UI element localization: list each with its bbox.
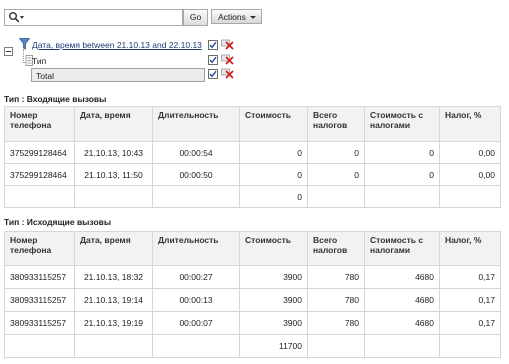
table-header-row: Номер телефона Дата, время Длительность … (4, 106, 501, 142)
column-header[interactable]: Всего налогов (307, 231, 365, 266)
column-header[interactable]: Номер телефона (4, 231, 75, 266)
table-cell (307, 334, 365, 358)
table-cell: 3900 (239, 265, 308, 289)
table-cell: 0,17 (439, 265, 501, 289)
table-cell (439, 185, 501, 208)
table-cell (364, 185, 440, 208)
collapse-icon[interactable] (4, 47, 13, 56)
table-cell: 4680 (364, 265, 440, 289)
table-cell: 3900 (239, 288, 308, 312)
table-cell (4, 334, 75, 358)
delete-total-icon[interactable] (221, 68, 234, 79)
table-cell (74, 334, 153, 358)
total-cost-cell: 0 (239, 185, 308, 208)
outgoing-calls-table: Номер телефона Дата, время Длительность … (4, 231, 501, 358)
column-header[interactable]: Дата, время (74, 106, 153, 142)
column-header[interactable]: Всего налогов (307, 106, 365, 142)
column-header[interactable]: Стоимость (239, 106, 308, 142)
actions-label: Actions (218, 12, 246, 22)
table-cell: 0,00 (439, 163, 501, 186)
table-cell: 780 (307, 265, 365, 289)
column-header[interactable]: Стоимость с налогами (364, 231, 440, 266)
table-total-row: 11700 (4, 334, 501, 358)
table-cell: 4680 (364, 288, 440, 312)
table-cell: 0,17 (439, 311, 501, 335)
table-total-row: 0 (4, 185, 501, 208)
column-header[interactable]: Длительность (152, 231, 240, 266)
table-cell: 380933115257 (4, 288, 75, 312)
chevron-down-icon (250, 16, 256, 19)
column-header[interactable]: Длительность (152, 106, 240, 142)
actions-menu-button[interactable]: Actions (211, 9, 262, 24)
table-cell: 0,00 (439, 141, 501, 164)
table-cell: 0 (364, 163, 440, 186)
table-row: 375299128464 21.10.13, 10:43 00:00:54 0 … (4, 141, 501, 164)
total-enabled-checkbox[interactable] (208, 69, 218, 79)
table-cell: 380933115257 (4, 265, 75, 289)
column-header[interactable]: Стоимость с налогами (364, 106, 440, 142)
table-cell: 375299128464 (4, 141, 75, 164)
section-title-outgoing: Тип : Исходящие вызовы (4, 217, 112, 227)
table-cell (4, 185, 75, 208)
table-cell: 21.10.13, 19:19 (74, 311, 153, 335)
column-header[interactable]: Номер телефона (4, 106, 75, 142)
table-cell: 21.10.13, 19:14 (74, 288, 153, 312)
table-cell: 0 (239, 141, 308, 164)
table-cell: 0 (307, 163, 365, 186)
table-cell: 00:00:13 (152, 288, 240, 312)
table-cell (152, 185, 240, 208)
table-cell (439, 334, 501, 358)
table-row: 380933115257 21.10.13, 19:19 00:00:07 39… (4, 311, 501, 335)
table-cell (307, 185, 365, 208)
table-row: 375299128464 21.10.13, 11:50 00:00:50 0 … (4, 163, 501, 186)
check-icon (209, 56, 217, 64)
table-cell: 780 (307, 288, 365, 312)
date-filter-link[interactable]: Дата, время between 21.10.13 and 22.10.1… (32, 40, 202, 50)
table-cell (74, 185, 153, 208)
column-header[interactable]: Дата, время (74, 231, 153, 266)
table-cell: 00:00:07 (152, 311, 240, 335)
table-cell (364, 334, 440, 358)
table-header-row: Номер телефона Дата, время Длительность … (4, 231, 501, 266)
table-row: 380933115257 21.10.13, 18:32 00:00:27 39… (4, 265, 501, 289)
column-header[interactable]: Налог, % (439, 231, 501, 266)
filter-tree: Дата, время between 21.10.13 and 22.10.1… (4, 37, 244, 87)
table-cell: 0 (239, 163, 308, 186)
table-cell: 375299128464 (4, 163, 75, 186)
table-row: 380933115257 21.10.13, 19:14 00:00:13 39… (4, 288, 501, 312)
search-input[interactable] (4, 9, 183, 26)
search-options-chevron-down-icon[interactable] (20, 16, 24, 19)
table-cell: 00:00:54 (152, 141, 240, 164)
check-icon (209, 41, 217, 49)
column-header[interactable]: Налог, % (439, 106, 501, 142)
go-button[interactable]: Go (183, 9, 208, 26)
table-cell: 380933115257 (4, 311, 75, 335)
table-cell: 0,17 (439, 288, 501, 312)
total-row-item[interactable]: Total (31, 68, 205, 82)
group-enabled-checkbox[interactable] (208, 55, 218, 65)
column-header[interactable]: Стоимость (239, 231, 308, 266)
table-cell: 00:00:50 (152, 163, 240, 186)
delete-filter-icon[interactable] (221, 39, 234, 50)
delete-group-icon[interactable] (221, 54, 234, 65)
funnel-icon (19, 38, 30, 50)
table-cell: 4680 (364, 311, 440, 335)
search-icon[interactable] (8, 11, 20, 23)
table-cell: 780 (307, 311, 365, 335)
date-filter-enabled-checkbox[interactable] (208, 40, 218, 50)
table-cell: 21.10.13, 11:50 (74, 163, 153, 186)
table-cell: 21.10.13, 18:32 (74, 265, 153, 289)
table-cell: 0 (364, 141, 440, 164)
check-icon (209, 70, 217, 78)
total-cost-cell: 11700 (239, 334, 308, 358)
table-cell: 3900 (239, 311, 308, 335)
table-cell (152, 334, 240, 358)
table-cell: 21.10.13, 10:43 (74, 141, 153, 164)
incoming-calls-table: Номер телефона Дата, время Длительность … (4, 106, 501, 208)
group-by-label[interactable]: Тип (32, 56, 46, 66)
table-cell: 0 (307, 141, 365, 164)
table-cell: 00:00:27 (152, 265, 240, 289)
section-title-incoming: Тип : Входящие вызовы (4, 94, 107, 104)
